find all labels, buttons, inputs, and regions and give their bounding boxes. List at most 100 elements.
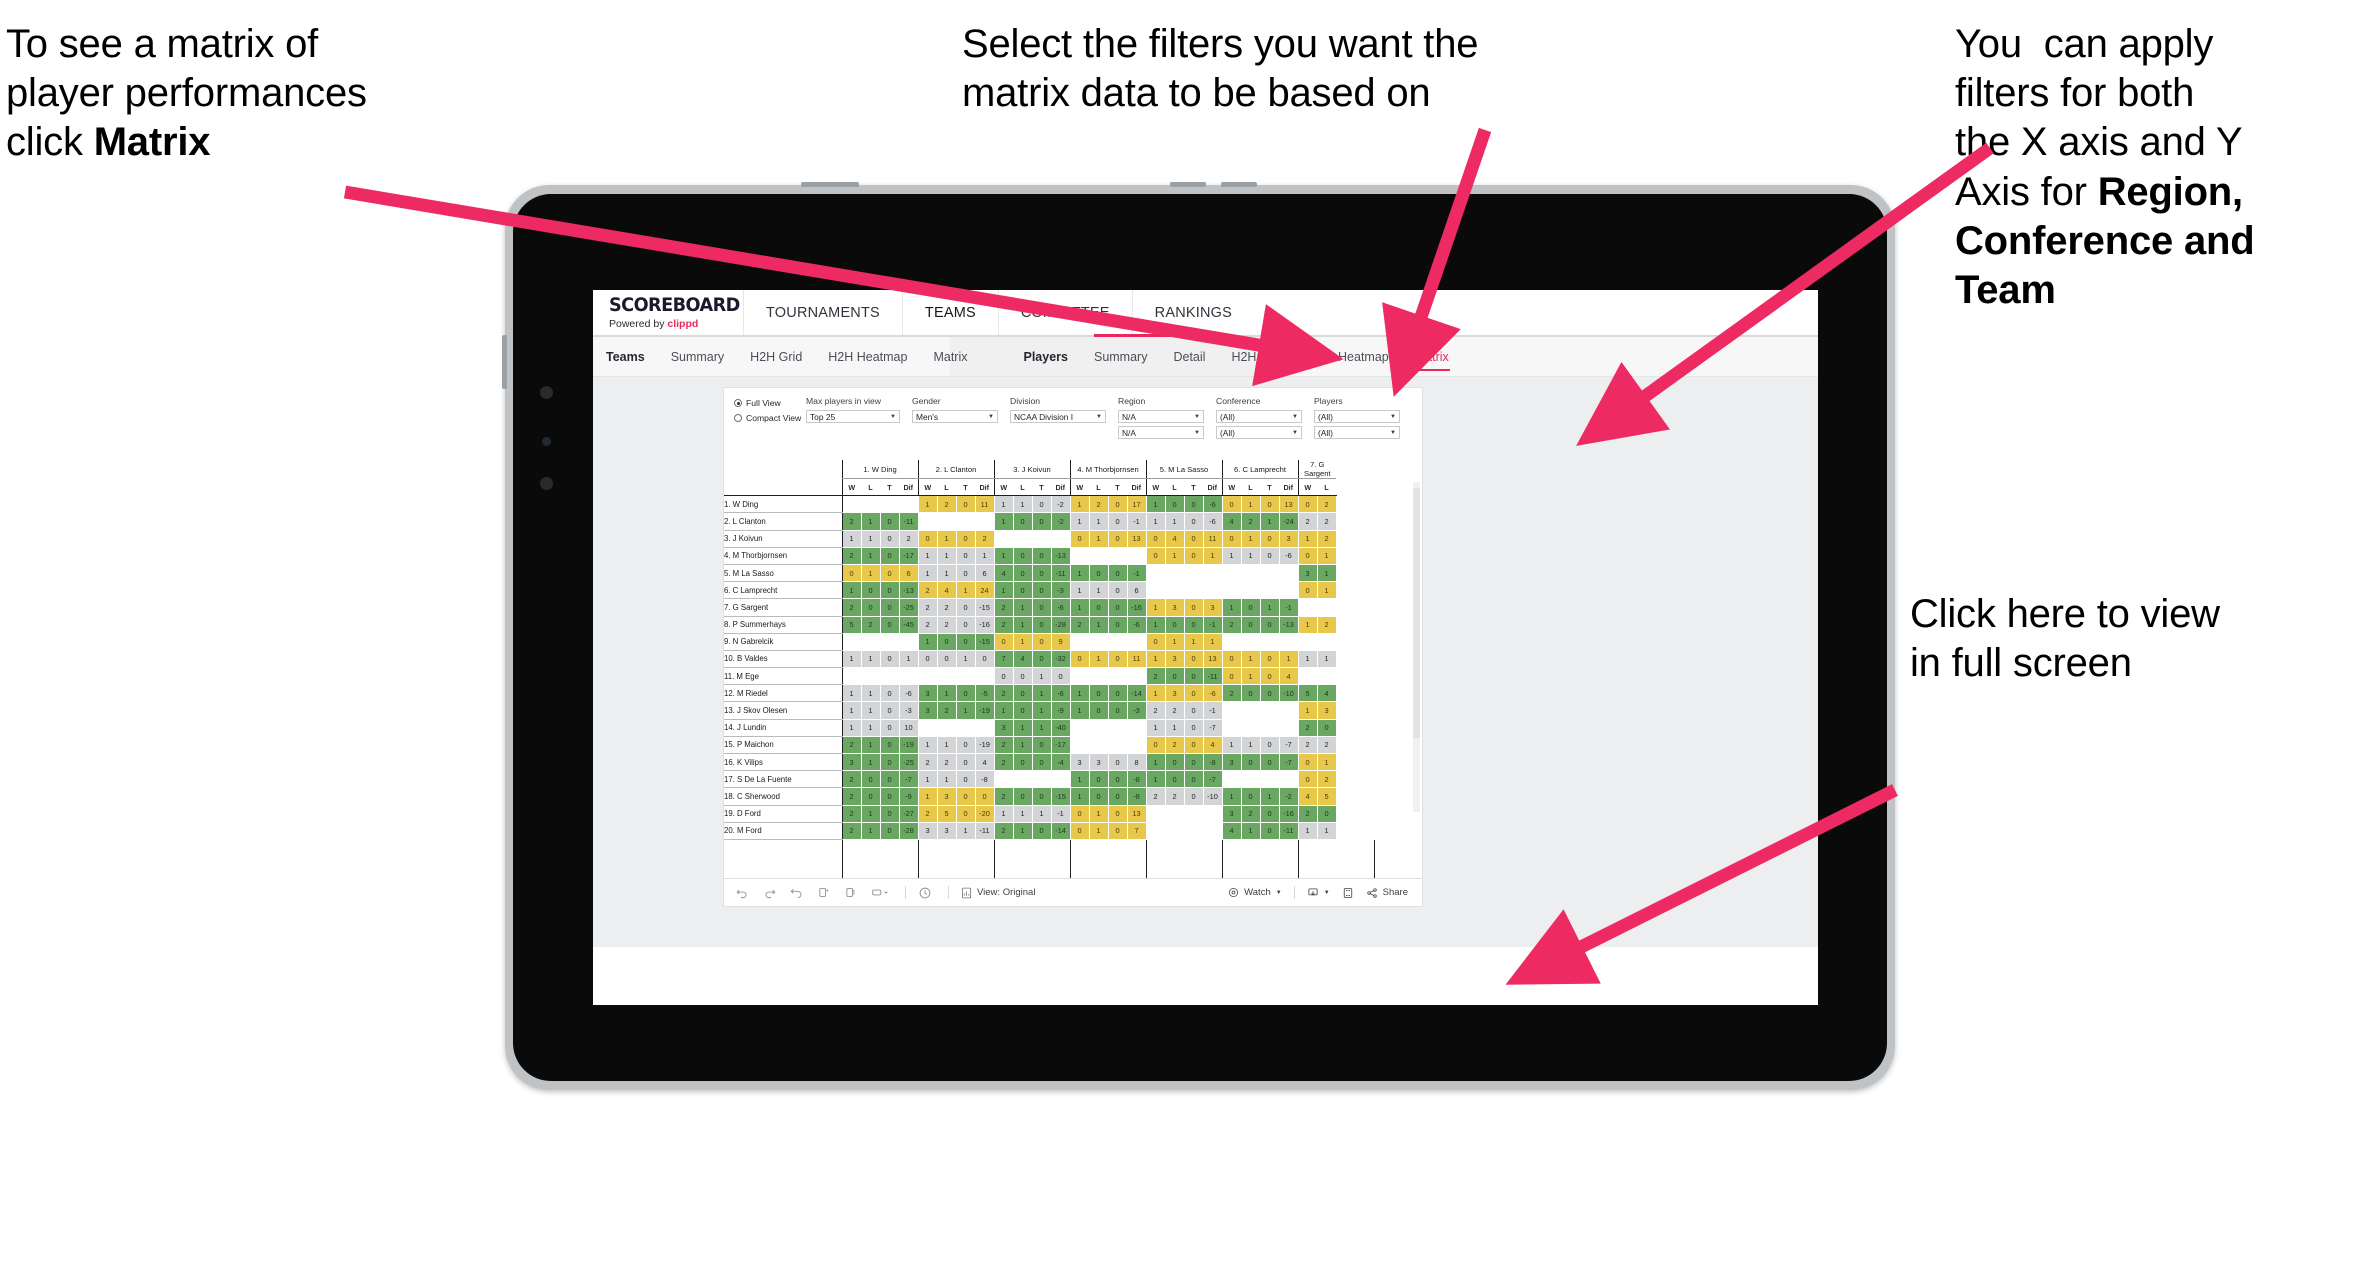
- matrix-cell[interactable]: 0: [1108, 701, 1128, 720]
- matrix-cell[interactable]: 4: [1013, 650, 1033, 669]
- matrix-cell[interactable]: 1: [1145, 719, 1166, 737]
- matrix-cell[interactable]: [1145, 822, 1166, 840]
- matrix-cell[interactable]: 0: [1032, 787, 1052, 806]
- matrix-cell[interactable]: 0: [1145, 736, 1166, 755]
- matrix-cell[interactable]: 0: [861, 581, 881, 600]
- matrix-row-header[interactable]: 15. P Maichon: [724, 736, 842, 755]
- matrix-cell[interactable]: -8: [1127, 787, 1147, 806]
- matrix-cell[interactable]: 13: [1127, 530, 1147, 548]
- matrix-cell[interactable]: 3: [1203, 598, 1223, 617]
- matrix-cell[interactable]: [1165, 805, 1185, 823]
- matrix-cell[interactable]: -17: [1051, 736, 1071, 755]
- matrix-cell[interactable]: 3: [1221, 805, 1242, 823]
- matrix-row-header[interactable]: 3. J Koivun: [724, 530, 842, 548]
- matrix-cell[interactable]: 2: [841, 822, 862, 840]
- matrix-cell[interactable]: 1: [841, 684, 862, 703]
- matrix-cell[interactable]: [1051, 530, 1071, 548]
- matrix-cell[interactable]: 1: [1297, 650, 1318, 669]
- matrix-cell[interactable]: 3: [1165, 650, 1185, 669]
- filter-max-players-select[interactable]: Top 25 ▼: [806, 410, 900, 423]
- subnav-players-summary[interactable]: Summary: [1081, 337, 1160, 376]
- matrix-cell[interactable]: -3: [899, 701, 919, 720]
- matrix-row-header[interactable]: 2. L Clanton: [724, 512, 842, 531]
- matrix-cell[interactable]: 0: [1032, 822, 1052, 840]
- matrix-cell[interactable]: [1145, 805, 1166, 823]
- matrix-cell[interactable]: 2: [841, 787, 862, 806]
- matrix-row-header[interactable]: 9. N Gabrelcik: [724, 633, 842, 651]
- nav-item-committee[interactable]: COMMITTEE: [997, 290, 1132, 335]
- matrix-cell[interactable]: 0: [1260, 667, 1280, 686]
- matrix-cell[interactable]: 0: [1260, 822, 1280, 840]
- matrix-cell[interactable]: 0: [1184, 598, 1204, 617]
- matrix-column-header[interactable]: 3. J Koivun: [993, 460, 1070, 479]
- matrix-cell[interactable]: [880, 495, 900, 514]
- matrix-cell[interactable]: 2: [1317, 770, 1337, 789]
- matrix-cell[interactable]: 7: [993, 650, 1014, 669]
- matrix-cell[interactable]: 0: [1108, 530, 1128, 548]
- matrix-cell[interactable]: [956, 512, 976, 531]
- watch-button[interactable]: Watch ▼: [1228, 887, 1282, 898]
- matrix-cell[interactable]: [917, 719, 938, 737]
- matrix-cell[interactable]: 10: [899, 719, 919, 737]
- matrix-cell[interactable]: 0: [1032, 753, 1052, 772]
- matrix-cell[interactable]: 1: [1317, 822, 1337, 840]
- matrix-cell[interactable]: 2: [1221, 684, 1242, 703]
- matrix-cell[interactable]: 1: [1013, 598, 1033, 617]
- matrix-cell[interactable]: 13: [1127, 805, 1147, 823]
- matrix-cell[interactable]: [1069, 633, 1090, 651]
- matrix-cell[interactable]: 0: [1013, 701, 1033, 720]
- matrix-cell[interactable]: [1165, 564, 1185, 583]
- matrix-cell[interactable]: 1: [1145, 650, 1166, 669]
- view-original-button[interactable]: View: Original: [961, 887, 1035, 899]
- matrix-cell[interactable]: 2: [1297, 512, 1318, 531]
- matrix-cell[interactable]: 1: [1241, 650, 1261, 669]
- matrix-cell[interactable]: 1: [1013, 495, 1033, 514]
- matrix-cell[interactable]: 0: [1108, 684, 1128, 703]
- matrix-cell[interactable]: 0: [880, 530, 900, 548]
- matrix-cell[interactable]: 1: [1032, 805, 1052, 823]
- matrix-cell[interactable]: 0: [1089, 701, 1109, 720]
- matrix-cell[interactable]: 0: [1165, 495, 1185, 514]
- matrix-cell[interactable]: 3: [917, 701, 938, 720]
- matrix-cell[interactable]: 1: [1069, 495, 1090, 514]
- matrix-cell[interactable]: 6: [1127, 581, 1147, 600]
- matrix-cell[interactable]: 0: [917, 650, 938, 669]
- matrix-cell[interactable]: 0: [956, 616, 976, 634]
- matrix-cell[interactable]: 2: [993, 822, 1014, 840]
- matrix-cell[interactable]: -7: [1203, 770, 1223, 789]
- matrix-cell[interactable]: [1241, 564, 1261, 583]
- matrix-cell[interactable]: 0: [1108, 770, 1128, 789]
- matrix-cell[interactable]: -19: [975, 736, 995, 755]
- radio-full-view[interactable]: Full View: [734, 398, 806, 408]
- nav-item-teams[interactable]: TEAMS: [901, 290, 998, 335]
- matrix-cell[interactable]: 1: [1032, 719, 1052, 737]
- matrix-cell[interactable]: 2: [993, 787, 1014, 806]
- matrix-cell[interactable]: [917, 512, 938, 531]
- matrix-cell[interactable]: [1221, 701, 1242, 720]
- matrix-cell[interactable]: 1: [1013, 805, 1033, 823]
- matrix-cell[interactable]: 1: [1221, 787, 1242, 806]
- matrix-cell[interactable]: 4: [1221, 512, 1242, 531]
- matrix-cell[interactable]: 2: [937, 616, 957, 634]
- matrix-cell[interactable]: 1: [1260, 512, 1280, 531]
- fullscreen-button[interactable]: [1342, 887, 1354, 899]
- power-button[interactable]: [801, 182, 859, 187]
- matrix-cell[interactable]: [1241, 701, 1261, 720]
- matrix-cell[interactable]: 3: [1317, 701, 1337, 720]
- matrix-cell[interactable]: 1: [841, 581, 862, 600]
- matrix-cell[interactable]: 1: [1221, 547, 1242, 565]
- matrix-cell[interactable]: [1279, 633, 1299, 651]
- matrix-cell[interactable]: 0: [1297, 581, 1318, 600]
- matrix-cell[interactable]: 1: [1297, 701, 1318, 720]
- matrix-cell[interactable]: 0: [880, 547, 900, 565]
- download-button[interactable]: ▼: [1307, 887, 1330, 899]
- matrix-cell[interactable]: 5: [1297, 684, 1318, 703]
- matrix-cell[interactable]: 0: [1069, 650, 1090, 669]
- matrix-cell[interactable]: -19: [899, 736, 919, 755]
- matrix-cell[interactable]: 0: [1108, 564, 1128, 583]
- matrix-cell[interactable]: 1: [1089, 530, 1109, 548]
- matrix-cell[interactable]: 1: [1013, 616, 1033, 634]
- matrix-cell[interactable]: 3: [937, 787, 957, 806]
- matrix-cell[interactable]: -2: [1051, 495, 1071, 514]
- matrix-cell[interactable]: 1: [993, 581, 1014, 600]
